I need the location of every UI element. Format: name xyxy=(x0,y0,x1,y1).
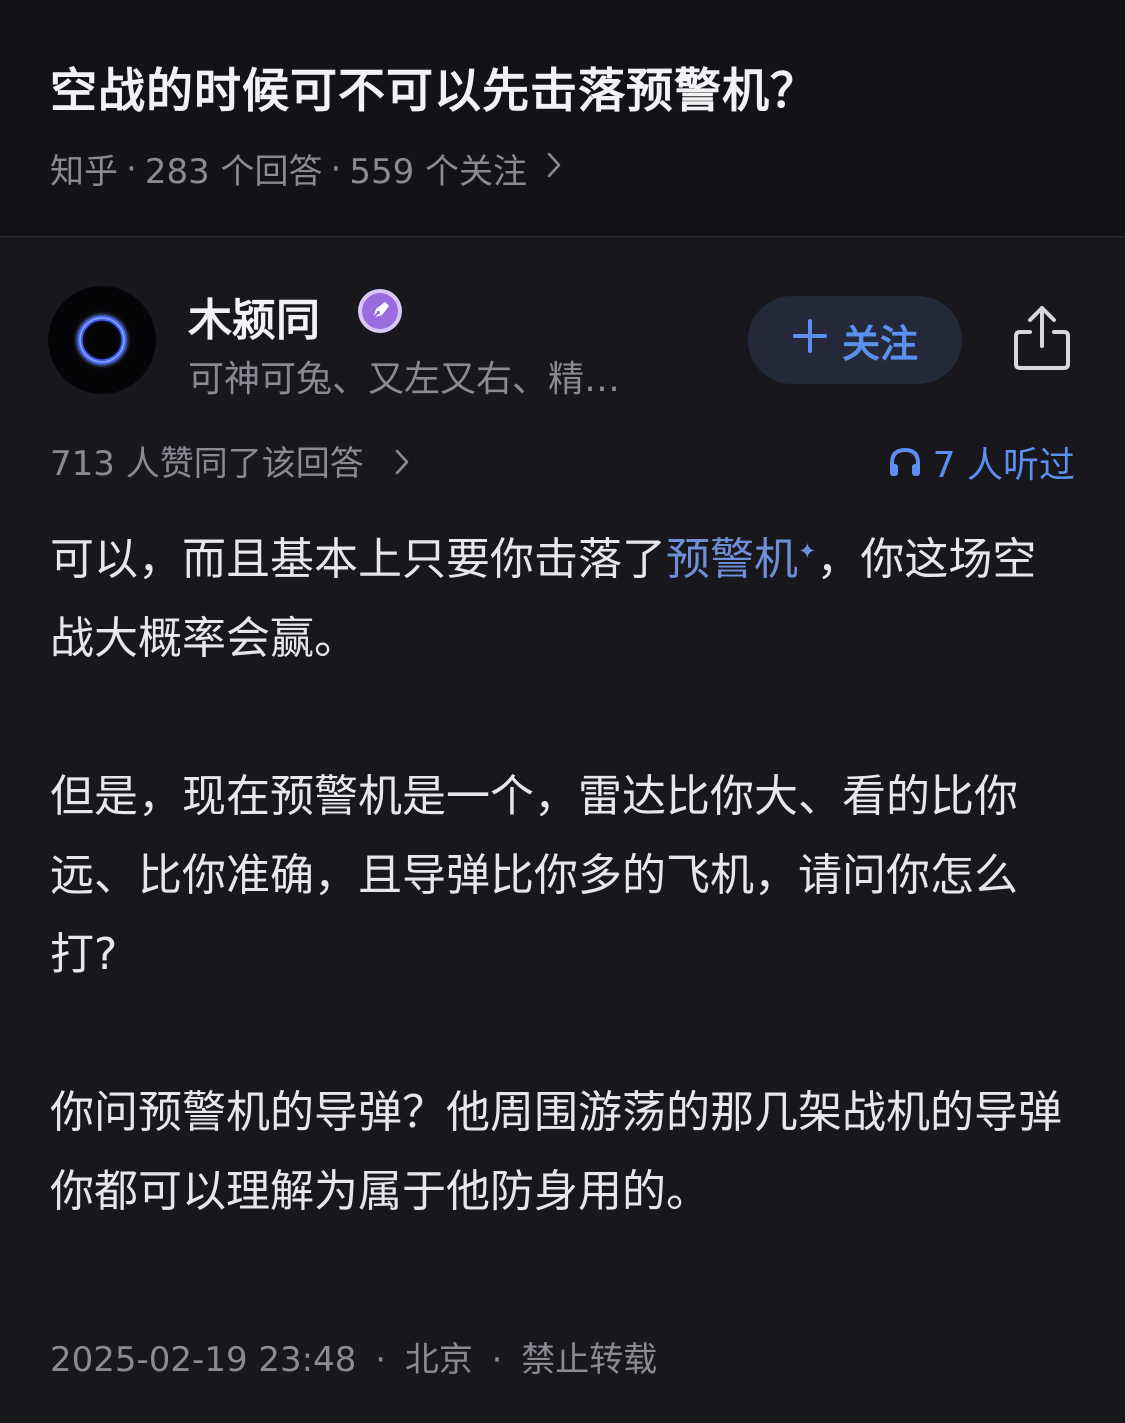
chevron-right-icon xyxy=(395,448,409,483)
plus-icon xyxy=(792,318,828,362)
answer-paragraph: 但是，现在预警机是一个，雷达比你大、看的比你远、比你准确，且导弹比你多的飞机，请… xyxy=(50,771,1018,980)
follow-button[interactable]: 关注 xyxy=(748,296,962,384)
meta-separator: · xyxy=(330,148,342,189)
share-icon[interactable] xyxy=(1008,302,1076,374)
answer-paragraph: 可以，而且基本上只要你击落了预警机✦，你这场空战大概率会赢。 xyxy=(50,520,1075,678)
meta-separator: · xyxy=(375,1340,387,1380)
upvote-count: 713 人赞同了该回答 xyxy=(50,444,364,484)
keyword-link[interactable]: 预警机 xyxy=(666,534,798,585)
divider xyxy=(0,236,1125,237)
upvote-summary[interactable]: 713 人赞同了该回答 xyxy=(50,436,409,485)
follower-count: 559 个关注 xyxy=(349,152,528,192)
author-name[interactable]: 木颍同 xyxy=(188,284,320,348)
avatar[interactable] xyxy=(48,286,156,394)
post-datetime: 2025-02-19 23:48 xyxy=(50,1340,357,1380)
answer-body: 可以，而且基本上只要你击落了预警机✦，你这场空战大概率会赢。 但是，现在预警机是… xyxy=(50,520,1075,1231)
source-label: 知乎 xyxy=(50,152,118,192)
answer-text: 可以，而且基本上只要你击落了 xyxy=(50,534,666,585)
answer-footer: 2025-02-19 23:48 · 北京 · 禁止转载 xyxy=(50,1332,657,1381)
chevron-right-icon xyxy=(547,151,561,186)
answer-paragraph: 你问预警机的导弹？他周围游荡的那几架战机的导弹你都可以理解为属于他防身用的。 xyxy=(50,1087,1062,1217)
listened-indicator[interactable]: 7 人听过 xyxy=(887,436,1075,488)
answer-count: 283 个回答 xyxy=(144,152,323,192)
pen-badge-icon xyxy=(356,287,404,335)
post-location: 北京 xyxy=(404,1340,473,1380)
meta-separator: · xyxy=(126,148,137,189)
question-title[interactable]: 空战的时候可不可以先击落预警机？ xyxy=(50,52,818,121)
follow-label: 关注 xyxy=(841,321,918,366)
question-header: 空战的时候可不可以先击落预警机？ 知乎 · 283 个回答 · 559 个关注 xyxy=(0,0,1125,236)
headphones-icon xyxy=(889,447,920,476)
author-bio: 可神可兔、又左又右、精… xyxy=(188,359,621,400)
meta-separator: · xyxy=(491,1340,503,1380)
copyright-notice: 禁止转载 xyxy=(521,1340,658,1380)
question-meta[interactable]: 知乎 · 283 个回答 · 559 个关注 xyxy=(50,144,561,193)
sparkle-icon: ✦ xyxy=(798,539,817,565)
listened-count: 7 人听过 xyxy=(932,445,1075,486)
